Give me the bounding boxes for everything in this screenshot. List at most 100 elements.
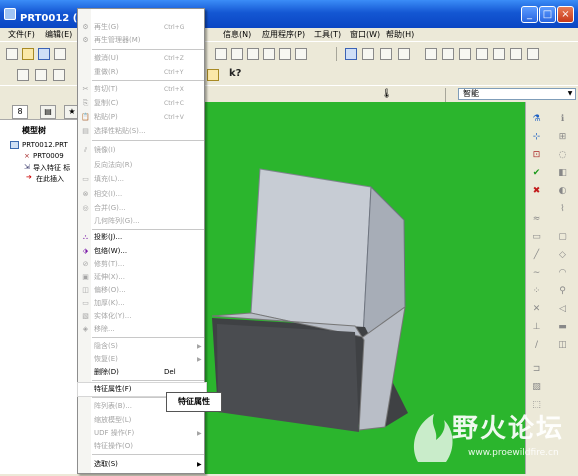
- menu-item-delete[interactable]: 删除(D) Del: [78, 366, 206, 379]
- round-icon[interactable]: ∼: [531, 268, 542, 279]
- close-x-icon[interactable]: ✖: [531, 186, 542, 197]
- menu-item-remove[interactable]: ◈ 移除...: [78, 323, 206, 336]
- datum-plane-icon[interactable]: ⚗: [531, 114, 542, 125]
- menu-tools[interactable]: 工具(T): [314, 29, 341, 40]
- minimize-button[interactable]: _: [521, 6, 538, 23]
- copy-icon[interactable]: [215, 48, 227, 60]
- menu-item-paste[interactable]: 📋 粘贴(P) Ctrl+V: [78, 111, 206, 124]
- chamfer-icon[interactable]: ◠: [557, 268, 568, 279]
- sketch-icon[interactable]: [345, 48, 357, 60]
- zoom-in-icon[interactable]: [425, 48, 437, 60]
- mirror-tool-icon[interactable]: ⚲: [557, 286, 568, 297]
- extend-icon[interactable]: ∕: [531, 340, 542, 351]
- revolve-icon[interactable]: ◐: [557, 186, 568, 197]
- wireframe-icon[interactable]: [17, 69, 29, 81]
- menu-item-resume[interactable]: 恢复(E) ▶: [78, 353, 206, 366]
- datum-point-icon[interactable]: [380, 48, 392, 60]
- menu-item-mirror[interactable]: ⫽ 镜像(I): [78, 144, 206, 157]
- menu-item-redo[interactable]: 重做(R) Ctrl+Y: [78, 66, 206, 79]
- offset-icon[interactable]: ◫: [557, 340, 568, 351]
- sketcher-display-icon[interactable]: [207, 69, 219, 81]
- menu-item-paste-special[interactable]: ▤ 选择性粘贴(S)...: [78, 125, 206, 138]
- menu-item-copy[interactable]: ⎘ 复制(C) Ctrl+C: [78, 97, 206, 110]
- shading-icon[interactable]: [398, 48, 410, 60]
- menu-item-udf-ops[interactable]: UDF 操作(F) ▶: [78, 427, 206, 440]
- solidify-icon[interactable]: ▨: [531, 382, 542, 393]
- print-icon[interactable]: [54, 48, 66, 60]
- datum-point-tool-icon[interactable]: ⊹: [531, 132, 542, 143]
- check-icon[interactable]: ✔: [531, 168, 542, 179]
- select-box-icon[interactable]: [295, 48, 307, 60]
- draft-icon[interactable]: ◇: [557, 250, 568, 261]
- menu-item-scale-model[interactable]: 缩放模型(L): [78, 414, 206, 427]
- shell-icon[interactable]: ▢: [557, 232, 568, 243]
- trim-icon[interactable]: ◁: [557, 304, 568, 315]
- fill-icon[interactable]: ▬: [557, 322, 568, 333]
- menu-item-fill[interactable]: ▭ 填充(L)...: [78, 173, 206, 186]
- folder-browser-tab-icon[interactable]: ▤: [40, 105, 56, 119]
- model-tree-tab-icon[interactable]: 8: [12, 105, 28, 119]
- zoom-out-icon[interactable]: [442, 48, 454, 60]
- find-icon[interactable]: [279, 48, 291, 60]
- view-manager-icon[interactable]: [527, 48, 539, 60]
- menu-item-regen-manager[interactable]: ⚙ 再生管理器(M): [78, 34, 206, 47]
- thicken-icon[interactable]: ⊐: [531, 364, 542, 375]
- hidden-line-icon[interactable]: [35, 69, 47, 81]
- menu-item-intersect[interactable]: ⊗ 相交(I)...: [78, 188, 206, 201]
- menu-applications[interactable]: 应用程序(P): [262, 29, 305, 40]
- selection-filter-dropdown[interactable]: 智能 ▼: [458, 88, 576, 100]
- context-help-icon[interactable]: k?: [229, 68, 241, 79]
- tree-item-root[interactable]: PRT0012.PRT: [22, 141, 68, 149]
- hole-icon[interactable]: ▭: [531, 232, 542, 243]
- menu-item-trim[interactable]: ⊘ 修剪(T)...: [78, 258, 206, 271]
- menu-item-undo[interactable]: 撤消(U) Ctrl+Z: [78, 52, 206, 65]
- menu-item-cut[interactable]: ✂ 剪切(T) Ctrl+X: [78, 83, 206, 96]
- layers-icon[interactable]: [510, 48, 522, 60]
- intersect-icon[interactable]: ⊥: [531, 322, 542, 333]
- datum-csys-icon[interactable]: ⊞: [557, 132, 568, 143]
- paste-special-icon[interactable]: [247, 48, 259, 60]
- paste-icon[interactable]: [231, 48, 243, 60]
- menu-item-select[interactable]: 选取(S) ▶: [78, 458, 206, 471]
- sweep-icon[interactable]: ⌇: [557, 204, 568, 215]
- menu-help[interactable]: 帮助(H): [386, 29, 414, 40]
- menu-edit[interactable]: 编辑(E): [45, 29, 72, 40]
- refit-icon[interactable]: [459, 48, 471, 60]
- menu-item-geometry-pattern[interactable]: 几何阵列(G)...: [78, 215, 206, 228]
- open-icon[interactable]: [22, 48, 34, 60]
- reorient-icon[interactable]: [476, 48, 488, 60]
- tree-item-import[interactable]: 导入特征 标: [33, 163, 70, 173]
- close-button[interactable]: ×: [557, 6, 574, 23]
- menu-item-offset[interactable]: ◫ 偏移(O)...: [78, 284, 206, 297]
- save-icon[interactable]: [38, 48, 50, 60]
- blend-icon[interactable]: ≈: [531, 214, 542, 225]
- maximize-button[interactable]: □: [539, 6, 556, 23]
- menu-item-wrap[interactable]: ⬗ 包络(W)...: [78, 245, 206, 258]
- no-hidden-icon[interactable]: [53, 69, 65, 81]
- extrude-icon[interactable]: ◧: [557, 168, 568, 179]
- tree-item-insert[interactable]: 在此插入: [36, 174, 64, 184]
- menu-window[interactable]: 窗口(W): [350, 29, 380, 40]
- menu-item-solidify[interactable]: ▧ 实体化(Y)...: [78, 310, 206, 323]
- datum-axis-icon[interactable]: [362, 48, 374, 60]
- merge-icon[interactable]: ✕: [531, 304, 542, 315]
- menu-item-project[interactable]: ⛬ 投影(J)...: [78, 231, 206, 244]
- tree-item-csys[interactable]: PRT0009: [33, 152, 64, 160]
- datum-axis-tool-icon[interactable]: ℹ: [557, 114, 568, 125]
- new-icon[interactable]: [6, 48, 18, 60]
- menu-item-feature-ops[interactable]: 特征操作(O): [78, 440, 206, 453]
- menu-item-regenerate[interactable]: ⚙ 再生(G) Ctrl+G: [78, 21, 206, 34]
- rib-icon[interactable]: ╱: [531, 250, 542, 261]
- menu-item-suppress[interactable]: 隐含(S) ▶: [78, 340, 206, 353]
- menu-item-extend[interactable]: ▣ 延伸(X)...: [78, 271, 206, 284]
- menu-file[interactable]: 文件(F): [8, 29, 35, 40]
- sketch-tool-icon[interactable]: ⊡: [531, 150, 542, 161]
- spin-icon[interactable]: [493, 48, 505, 60]
- menu-item-merge[interactable]: ◎ 合并(G)...: [78, 202, 206, 215]
- regen-icon[interactable]: [263, 48, 275, 60]
- menu-info[interactable]: 信息(N): [223, 29, 251, 40]
- menu-item-thicken[interactable]: ▭ 加厚(K)...: [78, 297, 206, 310]
- menu-item-reverse-normal[interactable]: 反向法向(R): [78, 159, 206, 172]
- analysis-icon[interactable]: ◌: [557, 150, 568, 161]
- pattern-icon[interactable]: ⁘: [531, 286, 542, 297]
